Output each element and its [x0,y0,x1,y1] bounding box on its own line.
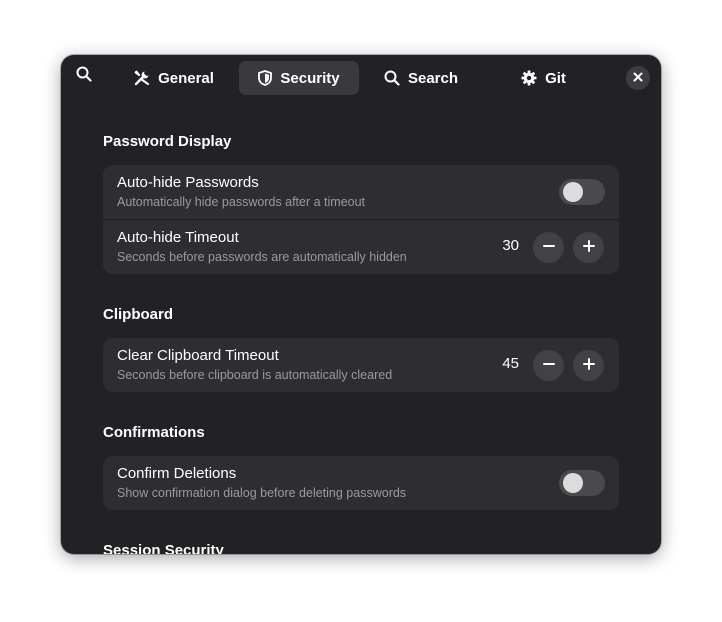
confirmations-card: Confirm Deletions Show confirmation dial… [103,456,619,510]
plus-icon [582,357,595,375]
row-subtitle: Automatically hide passwords after a tim… [117,195,366,209]
search-icon [76,66,92,87]
search-icon [384,70,400,86]
increase-button[interactable] [573,232,604,263]
auto-hide-timeout-row: Auto-hide Timeout Seconds before passwor… [103,219,619,274]
tools-icon [134,70,150,86]
tab-label: Search [407,69,459,87]
row-title: Clear Clipboard Timeout [117,347,279,364]
tab-search[interactable]: Search [371,61,471,95]
clear-clipboard-timeout-row: Clear Clipboard Timeout Seconds before c… [103,338,619,392]
row-subtitle: Show confirmation dialog before deleting… [117,486,407,500]
section-title-confirmations: Confirmations [103,424,205,441]
auto-hide-timeout-value: 30 [502,237,519,254]
tab-security[interactable]: Security [239,61,359,95]
search-button[interactable] [71,63,97,89]
tab-label: General [158,69,214,87]
row-subtitle: Seconds before clipboard is automaticall… [117,368,393,382]
auto-hide-passwords-switch[interactable] [559,179,605,205]
decrease-button[interactable] [533,350,564,381]
tab-label: Git [545,69,566,87]
clear-clipboard-timeout-value: 45 [502,355,519,372]
row-subtitle: Seconds before passwords are automatical… [117,250,407,264]
row-title: Auto-hide Passwords [117,174,259,191]
confirm-deletions-switch[interactable] [559,470,605,496]
shield-icon [258,70,273,86]
minus-icon [542,239,555,257]
switch-knob [563,182,583,202]
decrease-button[interactable] [533,232,564,263]
row-title: Auto-hide Timeout [117,229,239,246]
clipboard-card: Clear Clipboard Timeout Seconds before c… [103,338,619,392]
section-title-session-security: Session Security [103,542,224,554]
row-title: Confirm Deletions [117,465,237,482]
preferences-window: General Security Search Git Password Dis… [61,55,661,554]
password-display-card: Auto-hide Passwords Automatically hide p… [103,165,619,274]
close-button[interactable] [626,66,650,90]
tab-label: Security [280,69,340,87]
plus-icon [582,239,595,257]
confirm-deletions-row: Confirm Deletions Show confirmation dial… [103,456,619,510]
increase-button[interactable] [573,350,604,381]
header-bar: General Security Search Git [61,55,661,101]
close-icon [633,69,643,87]
tab-general[interactable]: General [119,61,229,95]
tab-git[interactable]: Git [501,61,586,95]
minus-icon [542,357,555,375]
gear-icon [521,70,537,86]
auto-hide-passwords-row: Auto-hide Passwords Automatically hide p… [103,165,619,219]
switch-knob [563,473,583,493]
section-title-password-display: Password Display [103,133,232,150]
section-title-clipboard: Clipboard [103,306,173,323]
